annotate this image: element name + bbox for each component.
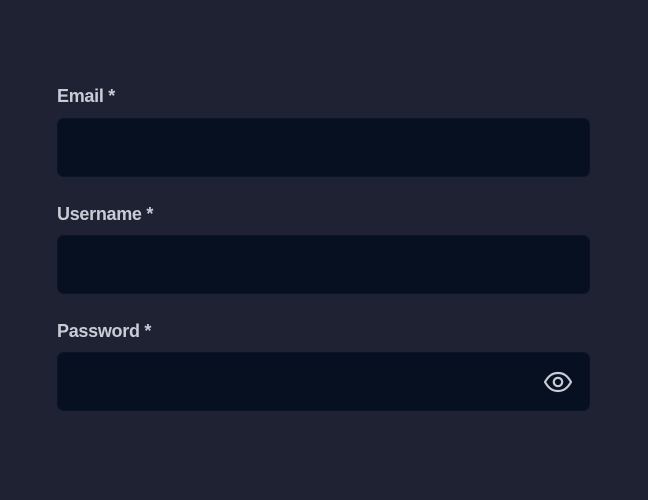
username-field[interactable] (58, 236, 589, 293)
password-field[interactable] (58, 353, 589, 410)
toggle-password-visibility-button[interactable] (542, 368, 574, 396)
password-label: Password * (57, 321, 152, 341)
email-field[interactable] (58, 119, 589, 176)
email-label: Email * (57, 86, 115, 106)
username-field-container (57, 235, 590, 294)
username-label: Username * (57, 204, 154, 224)
email-field-container (57, 118, 590, 177)
password-field-container (57, 352, 590, 411)
eye-icon (543, 371, 573, 393)
